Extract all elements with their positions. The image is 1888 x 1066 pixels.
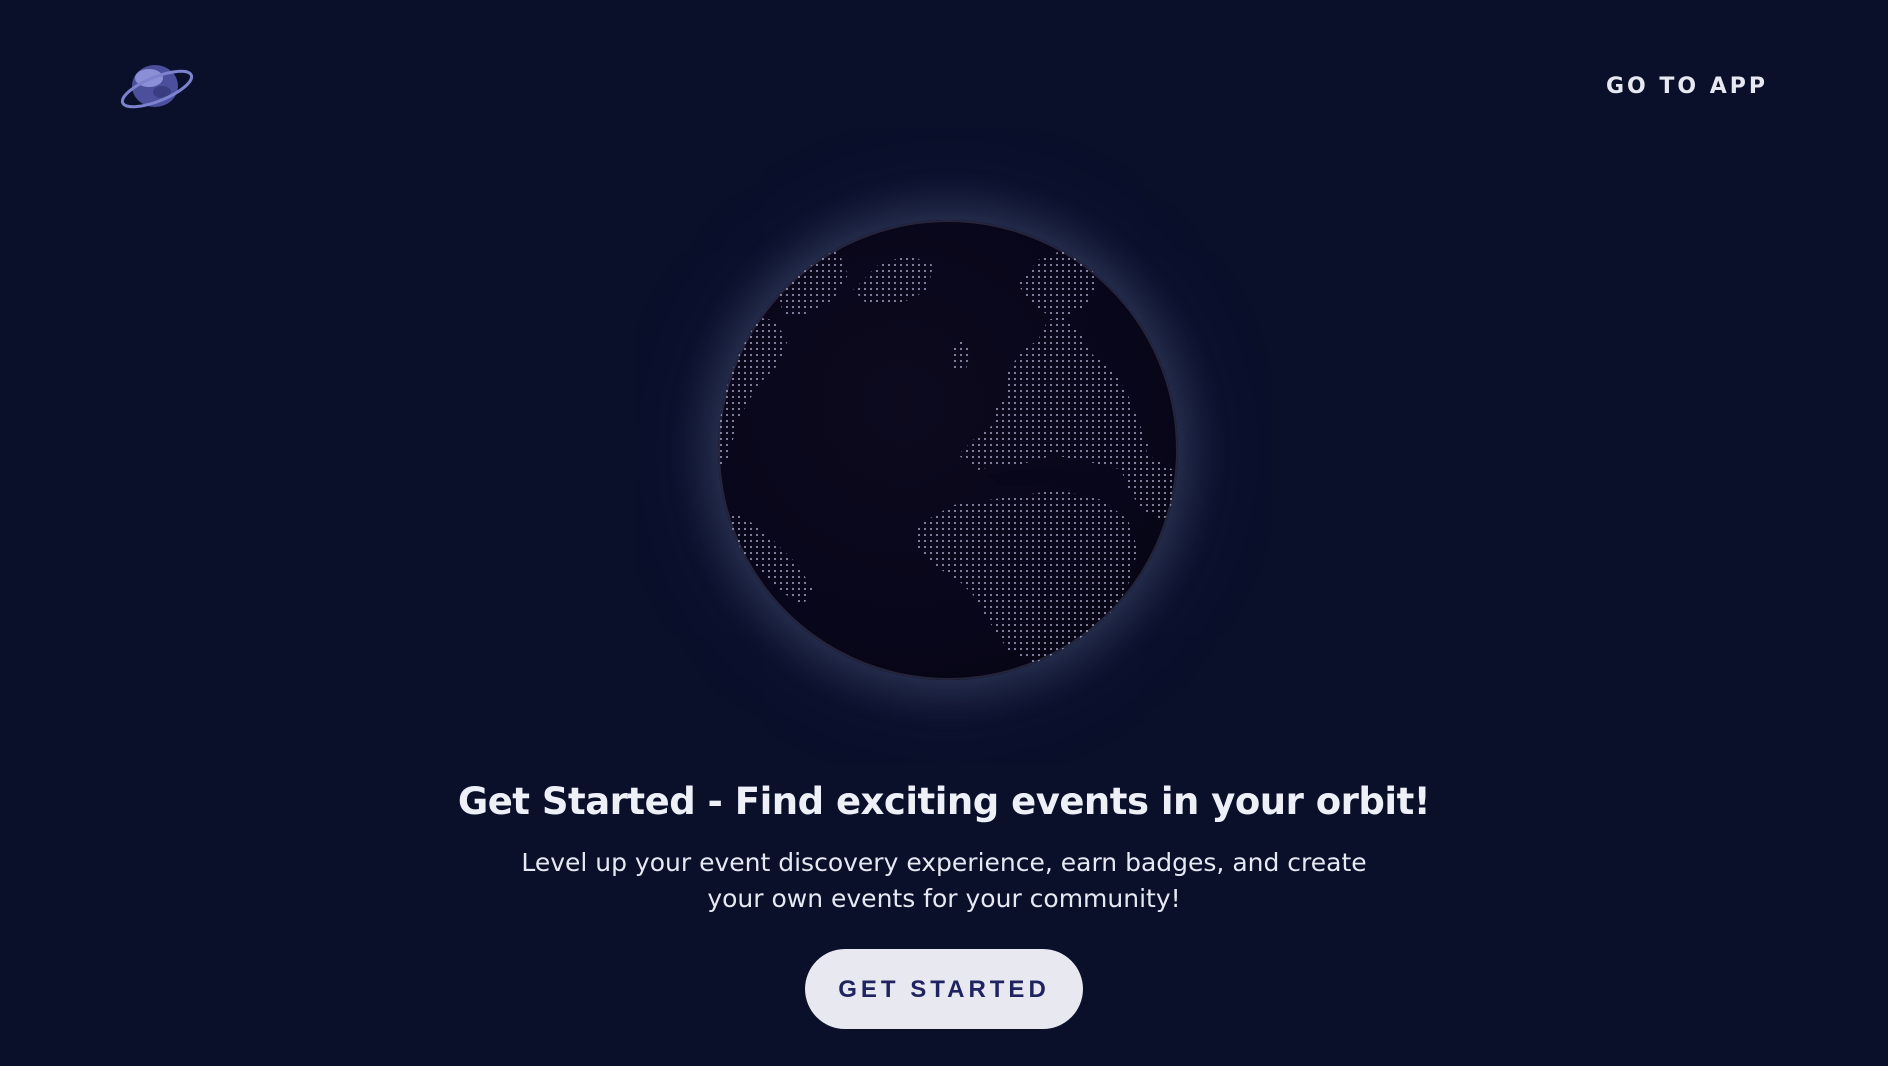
globe-illustration — [718, 220, 1178, 680]
go-to-app-link[interactable]: GO TO APP — [1606, 74, 1768, 99]
planet-logo-icon[interactable] — [118, 56, 196, 116]
hero-subtext: Level up your event discovery experience… — [521, 848, 1367, 913]
dotted-globe-icon — [718, 220, 1178, 680]
get-started-button[interactable]: GET STARTED — [805, 949, 1083, 1029]
landing-page: GO TO APP Get Started - Find exciting ev… — [0, 0, 1888, 1066]
hero-headline: Get Started - Find exciting events in yo… — [457, 780, 1431, 823]
hero-section: Get Started - Find exciting events in yo… — [0, 780, 1888, 1029]
